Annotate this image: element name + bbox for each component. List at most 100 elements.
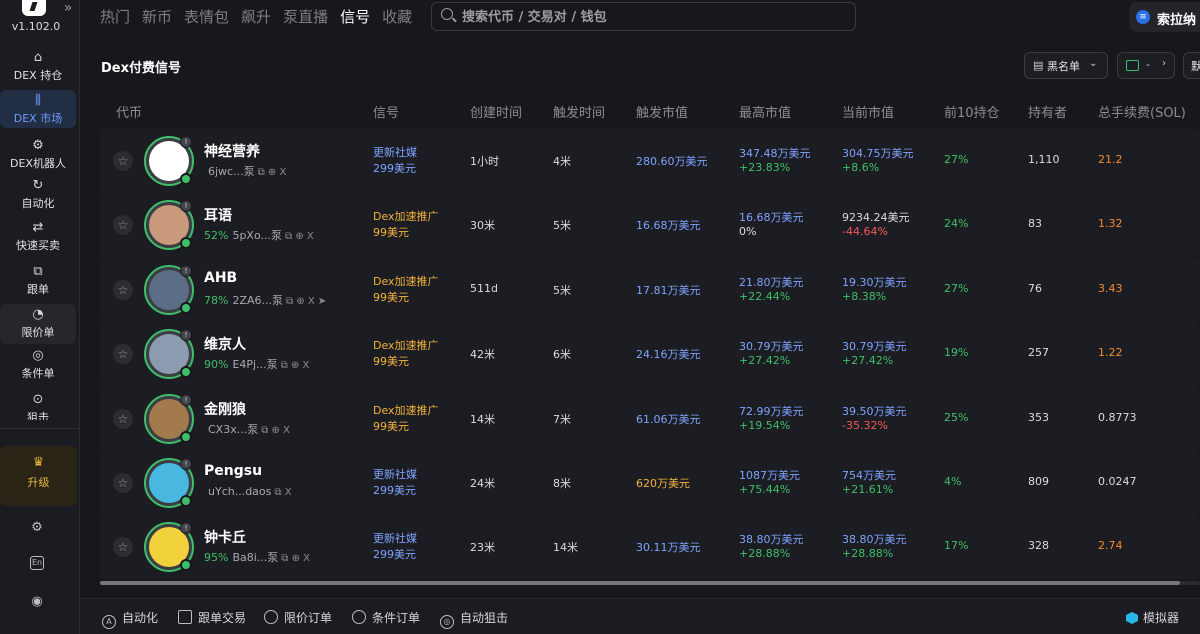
total-fees: 2.74 [1098,539,1123,552]
social-icons[interactable]: ⧉ ⊕ X [285,231,314,242]
sidebar-item-label: 条件单 [21,367,55,380]
top10-holding: 24% [944,217,969,230]
col-trigger-mc[interactable]: 触发市值 [636,102,688,121]
star-icon[interactable]: ☆ [113,280,133,300]
star-icon[interactable]: ☆ [113,215,133,235]
col-total-fees[interactable]: 总手续费(SOL) [1098,102,1186,121]
token-name[interactable]: AHB [204,270,237,286]
default-button[interactable]: 默 [1183,52,1200,79]
star-icon[interactable]: ☆ [113,409,133,429]
tab-surge[interactable]: 飙升 [241,6,271,28]
simulator-button[interactable]: 模拟器 [1126,609,1179,626]
social-icons[interactable]: ⧉ X [274,487,291,498]
token-address[interactable]: Ba8i...泵 [232,551,278,564]
trigger-market-cap: 30.11万美元 [636,541,701,554]
token-name[interactable]: 神经营养 [204,141,260,161]
top10-holding: 19% [944,346,969,359]
created-time: 511d [470,282,498,295]
triggered-time: 5米 [553,284,571,297]
wallet-button[interactable]: - › [1117,52,1175,79]
collapse-sidebar-icon[interactable]: » [60,0,76,16]
solana-icon: ≡ [1136,10,1150,24]
col-top10[interactable]: 前10持仓 [944,102,1000,121]
horizontal-scrollbar[interactable] [100,581,1200,585]
current-market-cap: 38.80万美元 [842,533,907,546]
user-icon[interactable]: ◉ [28,593,46,611]
bottom-condition-order-button[interactable]: 条件订单 [352,609,420,626]
language-icon[interactable]: En [30,556,44,570]
token-name[interactable]: 耳语 [204,205,232,225]
sidebar-item-label: 自动化 [21,197,55,210]
bottom-automation-button[interactable]: A 自动化 [102,609,158,629]
token-name[interactable]: 维京人 [204,334,246,354]
star-icon[interactable]: ☆ [113,151,133,171]
created-time: 42米 [470,348,495,361]
triggered-time: 4米 [553,155,571,168]
star-icon[interactable]: ☆ [113,344,133,364]
social-icons[interactable]: ⧉ ⊕ X [281,360,310,371]
token-address[interactable]: CX3x...泵 [208,423,258,436]
col-created[interactable]: 创建时间 [470,102,522,121]
triggered-time: 6米 [553,348,571,361]
token-name[interactable]: 钟卡丘 [204,527,246,547]
table-row[interactable]: ☆! 神经营养 6jwc...泵 ⧉ ⊕ X 更新社媒 299美元 1小时 4米 280.60万… [100,129,1200,193]
table-row[interactable]: ☆! Pengsu uYch...daos ⧉ X 更新社媒 299美元 24米 8米 620万… [100,451,1200,515]
token-name[interactable]: 金刚狼 [204,399,246,419]
token-address[interactable]: uYch...daos [208,485,271,498]
sidebar-item-dex-bot[interactable]: ⚙ DEX机器人 [0,138,76,172]
tab-pump-live[interactable]: 泵直播 [283,6,328,28]
token-name[interactable]: Pengsu [204,463,262,479]
token-address[interactable]: E4Pj...泵 [232,358,277,371]
social-icons[interactable]: ⧉ ⊕ X [258,167,287,178]
col-triggered[interactable]: 触发时间 [553,102,605,121]
table-row[interactable]: ☆! 维京人 90% E4Pj...泵 ⧉ ⊕ X Dex加速推广 99美元 42米 6米 24.… [100,322,1200,386]
col-signal: 信号 [373,106,400,121]
social-icons[interactable]: ⧉ ⊕ X [281,553,310,564]
table-row[interactable]: ☆! 钟卡丘 95% Ba8i...泵 ⧉ ⊕ X 更新社媒 299美元 23米 14米 30.1… [100,515,1200,579]
bottom-copy-trade-button[interactable]: 跟单交易 [178,609,246,626]
token-meta: 6jwc...泵 ⧉ ⊕ X [204,163,286,179]
sidebar-item-copy-trade[interactable]: ⧉ 跟单 [0,264,76,298]
sidebar-item-automation[interactable]: ↻ 自动化 [0,178,76,212]
col-holders[interactable]: 持有者 [1028,102,1067,121]
chain-selector-button[interactable]: ≡ 索拉纳 [1129,2,1200,32]
search-icon [441,8,453,20]
sidebar-item-dex-holdings[interactable]: ⌂ DEX 持仓 [0,50,76,84]
tab-hot[interactable]: 热门 [100,6,130,28]
search-input[interactable] [462,8,842,26]
sidebar-item-quick-trade[interactable]: ⇄ 快速买卖 [0,220,76,254]
sidebar-item-snipe[interactable]: ⊙ 狙击 [0,392,76,420]
tab-favorites[interactable]: 收藏 [382,6,412,28]
bottom-limit-order-button[interactable]: 限价订单 [264,609,332,626]
holders-count: 353 [1028,411,1049,424]
target-icon: ◎ [440,615,454,629]
social-icons[interactable]: ⧉ ⊕ X ➤ [286,296,326,307]
token-address[interactable]: 2ZA6...泵 [232,294,283,307]
settings-icon[interactable]: ⚙ [28,519,46,537]
star-icon[interactable]: ☆ [113,537,133,557]
tab-signal[interactable]: 信号 [340,6,370,28]
current-change: +28.88% [842,547,894,560]
bottom-auto-snipe-button[interactable]: ◎ 自动狙击 [440,609,508,629]
token-address[interactable]: 6jwc...泵 [208,165,255,178]
current-market-cap: 304.75万美元 [842,147,914,160]
table-row[interactable]: ☆! 耳语 52% 5pXo...泵 ⧉ ⊕ X Dex加速推广 99美元 30米 5米 16.6… [100,193,1200,257]
token-progress: 90% [204,358,229,371]
current-market-cap: 39.50万美元 [842,405,907,418]
sidebar-item-limit-order[interactable]: ◔ 限价单 [0,304,76,344]
col-max-mc[interactable]: 最高市值 [739,102,791,121]
blacklist-button[interactable]: ▤ 黑名单 ⌄ [1024,52,1108,79]
star-icon[interactable]: ☆ [113,473,133,493]
sidebar-item-condition-order[interactable]: ◎ 条件单 [0,348,76,382]
table-row[interactable]: ☆! AHB 78% 2ZA6...泵 ⧉ ⊕ X ➤ Dex加速推广 99美元 511d 5米… [100,258,1200,322]
table-row[interactable]: ☆! 金刚狼 CX3x...泵 ⧉ ⊕ X Dex加速推广 99美元 14米 7米 61.06万… [100,387,1200,451]
scrollbar-thumb[interactable] [100,581,1180,585]
social-icons[interactable]: ⧉ ⊕ X [261,425,290,436]
upgrade-button[interactable]: ♛ 升级 [0,446,77,506]
tab-new[interactable]: 新币 [142,6,172,28]
col-current-mc[interactable]: 当前市值 [842,102,894,121]
signal-type: 更新社媒 [373,146,417,159]
tab-meme[interactable]: 表情包 [184,6,229,28]
token-address[interactable]: 5pXo...泵 [232,229,282,242]
max-market-cap: 38.80万美元 [739,533,804,546]
